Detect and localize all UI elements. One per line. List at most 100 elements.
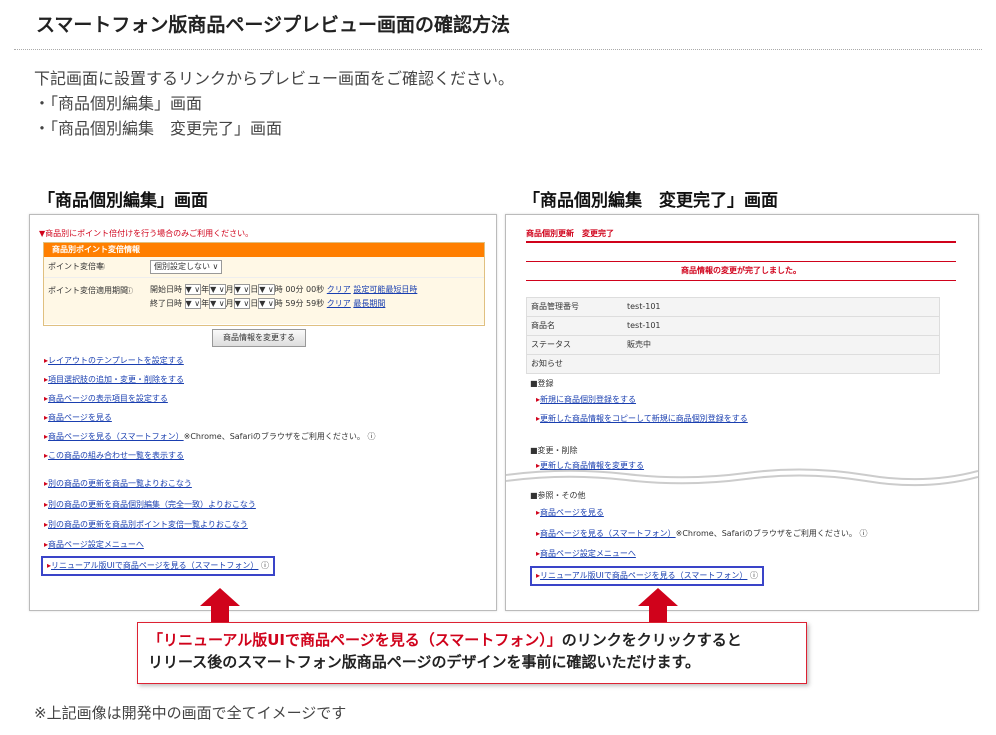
callout-line: リリース後のスマートフォン版商品ページのデザインを事前に確認いただけます。 <box>148 653 701 671</box>
browser-note: ※Chrome、Safariのブラウザをご利用ください。 <box>675 529 857 538</box>
link-text: 商品ページ設定メニューへ <box>48 540 144 549</box>
link-text: 別の商品の更新を商品個別編集（完全一致）よりおこなう <box>48 500 256 509</box>
link-text: 商品ページを見る（スマートフォン） <box>540 529 676 538</box>
day-select[interactable]: ▼ ∨ <box>233 284 251 295</box>
year-select[interactable]: ▼ ∨ <box>184 298 202 309</box>
info-icon: ⓘ <box>126 287 133 295</box>
table-row: 商品名 test-101 <box>527 317 939 336</box>
link-item[interactable]: ▸商品ページ設定メニューへ <box>536 549 636 559</box>
footnote: ※上記画像は開発中の画面で全てイメージです <box>34 704 347 722</box>
renewal-sp-link[interactable]: ▸リニューアル版UIで商品ページを見る（スマートフォン） ⓘ <box>530 566 764 586</box>
info-icon: ⓘ <box>749 571 758 580</box>
row-label: ポイント変倍率 <box>48 262 104 271</box>
info-icon: ⓘ <box>859 529 868 538</box>
clear-link[interactable]: クリア <box>327 285 351 294</box>
table-row: お知らせ <box>527 355 939 373</box>
callout-quote: 「リニューアル版UIで商品ページを見る（スマートフォン）」 <box>148 631 562 649</box>
section-reference: ■参照・その他 <box>530 491 586 500</box>
end-tail: 時 59分 59秒 <box>274 299 325 308</box>
section-register: ■登録 <box>530 379 554 388</box>
link-item[interactable]: ▸商品ページを見る（スマートフォン）※Chrome、Safariのブラウザをご利… <box>536 529 867 539</box>
point-table-header: 商品別ポイント変倍情報 <box>44 243 484 257</box>
change-product-button[interactable]: 商品情報を変更する <box>212 329 306 347</box>
link-item[interactable]: ▸この商品の組み合わせ一覧を表示する <box>44 451 184 461</box>
link-item[interactable]: ▸別の商品の更新を商品別ポイント変倍一覧よりおこなう <box>44 520 248 530</box>
cell-label: ステータス <box>531 340 571 349</box>
torn-edge-divider <box>506 468 978 487</box>
clear-link[interactable]: クリア <box>327 299 351 308</box>
cell-value <box>623 355 631 373</box>
cell-label: お知らせ <box>531 359 563 368</box>
cell-label: 商品管理番号 <box>531 302 579 311</box>
link-item[interactable]: ▸新規に商品個別登録をする <box>536 395 636 405</box>
up-arrow-icon <box>638 588 678 622</box>
page-title: スマートフォン版商品ページプレビュー画面の確認方法 <box>36 14 511 36</box>
link-text: 商品ページを見る <box>540 508 604 517</box>
link-item[interactable]: ▸商品ページを見る <box>536 508 604 518</box>
link-text: 新規に商品個別登録をする <box>540 395 637 404</box>
link-text: リニューアル版UIで商品ページを見る（スマートフォン） <box>540 571 748 580</box>
intro-text: 下記画面に設置するリンクからプレビュー画面をご確認ください。 ・「商品個別編集」… <box>34 66 514 141</box>
link-item[interactable]: ▸商品ページを見る <box>44 413 112 423</box>
complete-message-bar: 商品情報の変更が完了しました。 <box>526 261 956 281</box>
right-screenshot: 商品個別更新 変更完了 商品情報の変更が完了しました。 商品管理番号 test-1… <box>505 214 979 611</box>
left-heading: 「商品個別編集」画面 <box>38 191 208 211</box>
hour-select[interactable]: ▼ ∨ <box>258 284 275 295</box>
intro-line: ・「商品個別編集 変更完了」画面 <box>34 119 283 138</box>
link-text: 項目選択肢の追加・変更・削除をする <box>48 375 185 384</box>
link-text: リニューアル版UIで商品ページを見る（スマートフォン） <box>51 561 259 570</box>
start-label: 開始日時 <box>150 285 182 294</box>
left-screenshot: ▼商品別にポイント倍付けを行う場合のみご利用ください。 商品別ポイント変倍情報 … <box>29 214 497 611</box>
complete-message: 商品情報の変更が完了しました。 <box>681 266 801 275</box>
day-select[interactable]: ▼ ∨ <box>233 298 251 309</box>
complete-title: 商品個別更新 変更完了 <box>526 229 614 238</box>
link-text: 商品ページを見る（スマートフォン） <box>48 432 184 441</box>
link-text: 更新した商品情報をコピーして新規に商品個別登録をする <box>540 414 748 423</box>
earliest-link[interactable]: 設定可能最短日時 <box>353 285 417 294</box>
info-icon: ⓘ <box>367 432 376 441</box>
month-select[interactable]: ▼ ∨ <box>209 284 226 295</box>
intro-line: 下記画面に設置するリンクからプレビュー画面をご確認ください。 <box>34 69 515 88</box>
section-change: ■変更・削除 <box>530 446 578 455</box>
callout-box: 「リニューアル版UIで商品ページを見る（スマートフォン）」のリンクをクリックする… <box>137 622 807 684</box>
end-label: 終了日時 <box>150 299 182 308</box>
cell-value: test-101 <box>627 302 661 311</box>
product-info-table: 商品管理番号 test-101 商品名 test-101 ステータス 販売中 お知らせ <box>526 297 940 374</box>
callout-line: 「リニューアル版UIで商品ページを見る（スマートフォン）」のリンクをクリックする… <box>148 629 806 651</box>
hour-select[interactable]: ▼ ∨ <box>258 298 275 309</box>
link-item[interactable]: ▸商品ページを見る（スマートフォン）※Chrome、Safariのブラウザをご利… <box>44 432 375 442</box>
point-table: 商品別ポイント変倍情報 ポイント変倍率 ⓘ 個別設定しない ∨ ポイント変倍適用… <box>43 242 485 326</box>
link-item[interactable]: ▸別の商品の更新を商品個別編集（完全一致）よりおこなう <box>44 500 256 510</box>
rate-select[interactable]: 個別設定しない ∨ <box>150 260 223 274</box>
link-text: 別の商品の更新を商品一覧よりおこなう <box>48 479 192 488</box>
cell-value: 販売中 <box>627 340 651 349</box>
link-item[interactable]: ▸商品ページの表示項目を設定する <box>44 394 168 404</box>
notice-text: ▼商品別にポイント倍付けを行う場合のみご利用ください。 <box>39 229 254 238</box>
link-text: レイアウトのテンプレートを設定する <box>48 356 184 365</box>
link-text: 商品ページ設定メニューへ <box>540 549 636 558</box>
table-row: ポイント変倍適用期間 ⓘ 開始日時 ▼ ∨年▼ ∨月▼ ∨日▼ ∨時 00分 0… <box>44 278 484 324</box>
link-item[interactable]: ▸別の商品の更新を商品一覧よりおこなう <box>44 479 192 489</box>
start-tail: 時 00分 00秒 <box>274 285 325 294</box>
browser-note: ※Chrome、Safariのブラウザをご利用ください。 <box>183 432 365 441</box>
link-item[interactable]: ▸項目選択肢の追加・変更・削除をする <box>44 375 184 385</box>
renewal-sp-link[interactable]: ▸リニューアル版UIで商品ページを見る（スマートフォン） ⓘ <box>41 556 275 576</box>
callout-text: のリンクをクリックすると <box>561 631 742 649</box>
table-row: ステータス 販売中 <box>527 336 939 355</box>
divider <box>526 241 956 243</box>
month-select[interactable]: ▼ ∨ <box>209 298 226 309</box>
link-text: 別の商品の更新を商品別ポイント変倍一覧よりおこなう <box>48 520 248 529</box>
cell-label: 商品名 <box>531 321 555 330</box>
start-datetime: 開始日時 ▼ ∨年▼ ∨月▼ ∨日▼ ∨時 00分 00秒 クリア 設定可能最短… <box>150 284 418 295</box>
link-item[interactable]: ▸レイアウトのテンプレートを設定する <box>44 356 184 366</box>
longest-link[interactable]: 最長期間 <box>353 299 385 308</box>
info-icon: ⓘ <box>260 561 269 570</box>
rate-select-value: 個別設定しない <box>154 262 210 271</box>
right-heading: 「商品個別編集 変更完了」画面 <box>523 191 778 211</box>
intro-line: ・「商品個別編集」画面 <box>34 94 203 113</box>
link-item[interactable]: ▸更新した商品情報をコピーして新規に商品個別登録をする <box>536 414 748 424</box>
table-row: 商品管理番号 test-101 <box>527 298 939 317</box>
year-select[interactable]: ▼ ∨ <box>184 284 202 295</box>
link-item[interactable]: ▸商品ページ設定メニューへ <box>44 540 144 550</box>
link-text: この商品の組み合わせ一覧を表示する <box>48 451 185 460</box>
